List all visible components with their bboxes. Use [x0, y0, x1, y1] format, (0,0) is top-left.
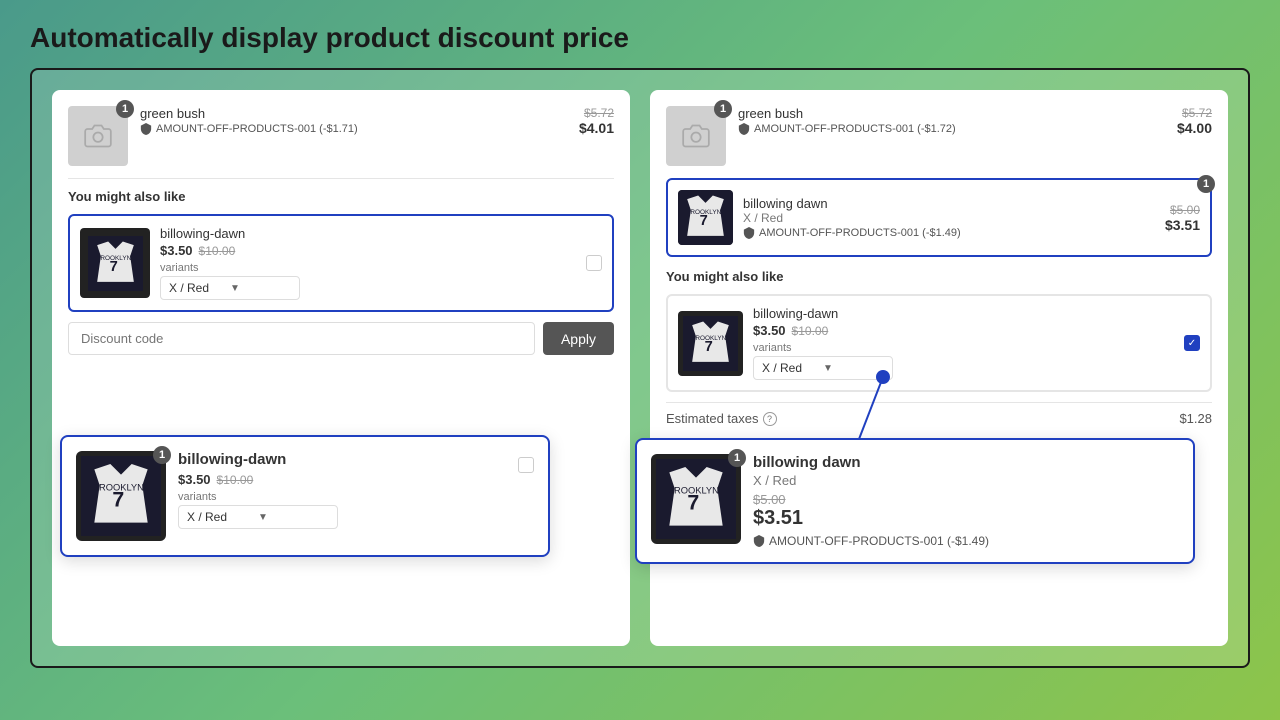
popup-name-left: billowing-dawn — [178, 451, 506, 468]
cart-item-right: 1 green bush AMOUNT-OFF-PRODUCTS-001 (-$… — [666, 106, 1212, 166]
product-info-right: billowing-dawn $3.50 $10.00 variants X /… — [753, 306, 1174, 380]
camera-icon-right — [682, 122, 710, 150]
item-image-left: 1 — [68, 106, 128, 166]
variant-select-right[interactable]: X / Red ▼ — [753, 356, 893, 380]
badge-left: 1 — [116, 100, 134, 118]
chevron-down-icon-left: ▼ — [230, 283, 291, 294]
variants-label-right: variants — [753, 342, 1174, 354]
checkbox-right[interactable] — [1184, 335, 1200, 351]
product-card-right: 7 BROOKLYN billowing-dawn $3.50 $10.00 v… — [666, 294, 1212, 392]
shield-icon-inner-right — [743, 227, 755, 239]
product-card-left: 7 BROOKLYN billowing-dawn $3.50 $10.00 v… — [68, 214, 614, 312]
inner-product-discount-right: AMOUNT-OFF-PRODUCTS-001 (-$1.49) — [743, 227, 1155, 239]
popup-variant-right: X / Red — [753, 473, 1179, 488]
popup-price-new-left: $3.50 — [178, 472, 211, 487]
variant-select-left[interactable]: X / Red ▼ — [160, 276, 300, 300]
shield-icon-popup-right — [753, 535, 765, 547]
product-price-old-right: $10.00 — [792, 324, 829, 338]
section-title-right: You might also like — [666, 269, 1212, 284]
question-icon: ? — [763, 412, 777, 426]
item-prices-left: $5.72 $4.01 — [579, 106, 614, 136]
popup-discount-row-right: AMOUNT-OFF-PRODUCTS-001 (-$1.49) — [753, 534, 1179, 548]
inner-product-name-right: billowing dawn — [743, 196, 1155, 211]
svg-text:BROOKLYN: BROOKLYN — [96, 254, 131, 261]
product-card-img-left: 7 BROOKLYN — [80, 228, 150, 298]
product-name-right: billowing-dawn — [753, 306, 1174, 321]
svg-text:BROOKLYN: BROOKLYN — [668, 486, 719, 496]
popup-variants-label-left: variants — [178, 491, 506, 503]
jersey-icon-left: 7 BROOKLYN — [88, 236, 143, 291]
item-name-right: green bush — [738, 106, 1165, 121]
price-discounted-right: $4.00 — [1177, 120, 1212, 136]
popup-price-original-right: $5.00 — [753, 492, 786, 507]
inner-price-discounted-right: $3.51 — [1165, 217, 1200, 233]
product-price-new-left: $3.50 — [160, 243, 193, 258]
popup-badge-right: 1 — [728, 449, 746, 467]
item-image-right: 1 — [666, 106, 726, 166]
inner-product-variant-right: X / Red — [743, 211, 1155, 225]
chevron-down-icon-popup-left: ▼ — [258, 512, 329, 523]
left-popup-card: 1 7 BROOKLYN billowing-dawn $3.50 $10.00… — [60, 435, 550, 557]
popup-price-discounted-right: $3.51 — [753, 507, 1179, 530]
svg-text:BROOKLYN: BROOKLYN — [691, 334, 726, 341]
popup-img-left: 1 7 BROOKLYN — [76, 451, 166, 541]
popup-badge-left: 1 — [153, 446, 171, 464]
jersey-icon-popup-right: 7 BROOKLYN — [656, 459, 736, 539]
product-card-img-right: 7 BROOKLYN — [678, 311, 743, 376]
item-details-left: green bush AMOUNT-OFF-PRODUCTS-001 (-$1.… — [140, 106, 567, 135]
popup-checkbox-left[interactable] — [518, 457, 534, 473]
popup-name-right: billowing dawn — [753, 454, 1179, 471]
discount-row-left: Apply — [68, 322, 614, 355]
popup-info-right: billowing dawn X / Red $5.00 $3.51 AMOUN… — [753, 454, 1179, 548]
chevron-down-icon-right: ▼ — [823, 363, 884, 374]
jersey-icon-inner-right: 7 BROOKLYN — [678, 190, 733, 245]
estimated-taxes-right: Estimated taxes ? $1.28 — [666, 402, 1212, 426]
popup-img-right: 1 7 BROOKLYN — [651, 454, 741, 544]
item-prices-right: $5.72 $4.00 — [1177, 106, 1212, 136]
variants-label-left: variants — [160, 262, 576, 274]
inner-price-original-right: $5.00 — [1165, 203, 1200, 217]
popup-price-old-left: $10.00 — [217, 473, 254, 487]
popup-info-left: billowing-dawn $3.50 $10.00 variants X /… — [178, 451, 506, 529]
inner-product-prices-right: $5.00 $3.51 — [1165, 203, 1200, 233]
main-container: 1 green bush AMOUNT-OFF-PRODUCTS-001 (-$… — [30, 68, 1250, 668]
svg-text:BROOKLYN: BROOKLYN — [93, 483, 144, 493]
pointer-dot-right — [876, 370, 890, 384]
divider-left — [68, 178, 614, 179]
badge-right: 1 — [714, 100, 732, 118]
shield-icon-left — [140, 123, 152, 135]
right-popup-card: 1 7 BROOKLYN billowing dawn X / Red $5.0… — [635, 438, 1195, 564]
jersey-icon-right: 7 BROOKLYN — [683, 316, 738, 371]
product-price-new-right: $3.50 — [753, 323, 786, 338]
camera-icon — [84, 122, 112, 150]
svg-text:BROOKLYN: BROOKLYN — [686, 209, 721, 216]
apply-button-left[interactable]: Apply — [543, 322, 614, 355]
cart-item-left: 1 green bush AMOUNT-OFF-PRODUCTS-001 (-$… — [68, 106, 614, 166]
price-original-left: $5.72 — [579, 106, 614, 120]
popup-variant-select-left[interactable]: X / Red ▼ — [178, 505, 338, 529]
product-info-left: billowing-dawn $3.50 $10.00 variants X /… — [160, 226, 576, 300]
left-panel: 1 green bush AMOUNT-OFF-PRODUCTS-001 (-$… — [52, 90, 630, 646]
shield-icon-right — [738, 123, 750, 135]
inner-product-info-right: billowing dawn X / Red AMOUNT-OFF-PRODUC… — [743, 196, 1155, 239]
price-original-right: $5.72 — [1177, 106, 1212, 120]
page-title: Automatically display product discount p… — [0, 0, 1280, 68]
item-details-right: green bush AMOUNT-OFF-PRODUCTS-001 (-$1.… — [738, 106, 1165, 135]
inner-product-card-right: 1 7 BROOKLYN billowing dawn X / Red AMOU… — [666, 178, 1212, 257]
section-title-left: You might also like — [68, 189, 614, 204]
item-discount-left: AMOUNT-OFF-PRODUCTS-001 (-$1.71) — [140, 123, 567, 135]
product-price-old-left: $10.00 — [199, 244, 236, 258]
tax-value: $1.28 — [1179, 411, 1212, 426]
item-name-left: green bush — [140, 106, 567, 121]
checkbox-left[interactable] — [586, 255, 602, 271]
product-name-left: billowing-dawn — [160, 226, 576, 241]
item-discount-right: AMOUNT-OFF-PRODUCTS-001 (-$1.72) — [738, 123, 1165, 135]
discount-input-left[interactable] — [68, 322, 535, 355]
jersey-icon-popup-left: 7 BROOKLYN — [81, 456, 161, 536]
inner-product-img-right: 1 7 BROOKLYN — [678, 190, 733, 245]
price-discounted-left: $4.01 — [579, 120, 614, 136]
